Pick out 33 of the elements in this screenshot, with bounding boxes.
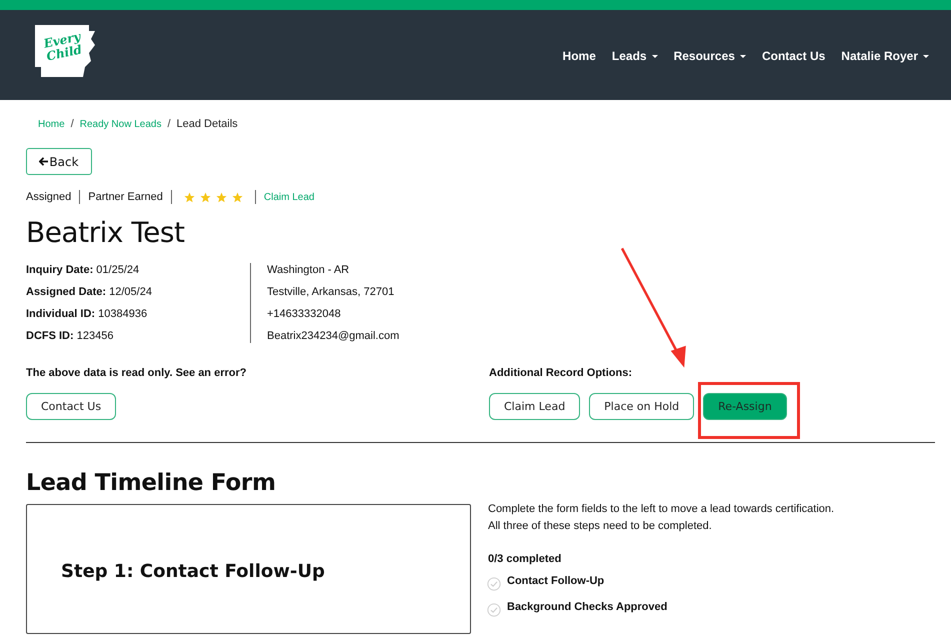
nav-link[interactable]: Natalie Royer (841, 49, 929, 63)
breadcrumb-current: Lead Details (176, 118, 238, 130)
contact-info: Testville, Arkansas, 72701 (267, 285, 396, 299)
progress-count: 0/3 completed (488, 553, 562, 565)
nav-link[interactable]: Resources (674, 49, 746, 63)
record-option-button[interactable]: Claim Lead (489, 393, 580, 420)
detail-row-text: Assigned Date: 12/05/24 (26, 285, 153, 299)
detail-row-text: Individual ID: 10384936 (26, 307, 148, 321)
instructions-text: Complete the form fields to the left to move a lead towards certification. All three of these steps need to be completed. (488, 502, 834, 534)
back-button[interactable]: Back (26, 148, 92, 175)
contact-us-button[interactable]: Contact Us (26, 393, 116, 420)
partner-status: Partner Earned (88, 191, 163, 203)
detail-row-text: DCFS ID: 123456 (26, 329, 114, 343)
record-option-button[interactable]: Re-Assign (703, 393, 787, 420)
lead-name: Beatrix Test (26, 216, 186, 249)
assignment-status: Assigned (26, 191, 72, 203)
record-option-button[interactable]: Place on Hold (589, 393, 694, 420)
nav-link[interactable]: Leads (612, 49, 658, 63)
contact-info: Washington - AR (267, 263, 350, 277)
checklist-item: Contact Follow-Up (507, 575, 604, 587)
nav-link[interactable]: Home (562, 49, 596, 63)
step-title: Step 1: Contact Follow-Up (61, 561, 326, 582)
breadcrumb-separator: / (167, 118, 171, 130)
back-arrow-icon (39, 157, 48, 166)
nav-link[interactable]: Contact Us (762, 49, 826, 63)
contact-info: +14633332048 (267, 307, 342, 321)
contact-info: Beatrix234234@gmail.com (267, 329, 400, 343)
checklist-item: Background Checks Approved (507, 601, 668, 613)
breadcrumb-separator: / (70, 118, 74, 130)
detail-row-text: Inquiry Date: 01/25/24 (26, 263, 140, 277)
readonly-note: The above data is read only. See an error? (26, 367, 248, 379)
section-heading: Lead Timeline Form (26, 470, 277, 496)
options-heading: Additional Record Options: (489, 367, 633, 379)
